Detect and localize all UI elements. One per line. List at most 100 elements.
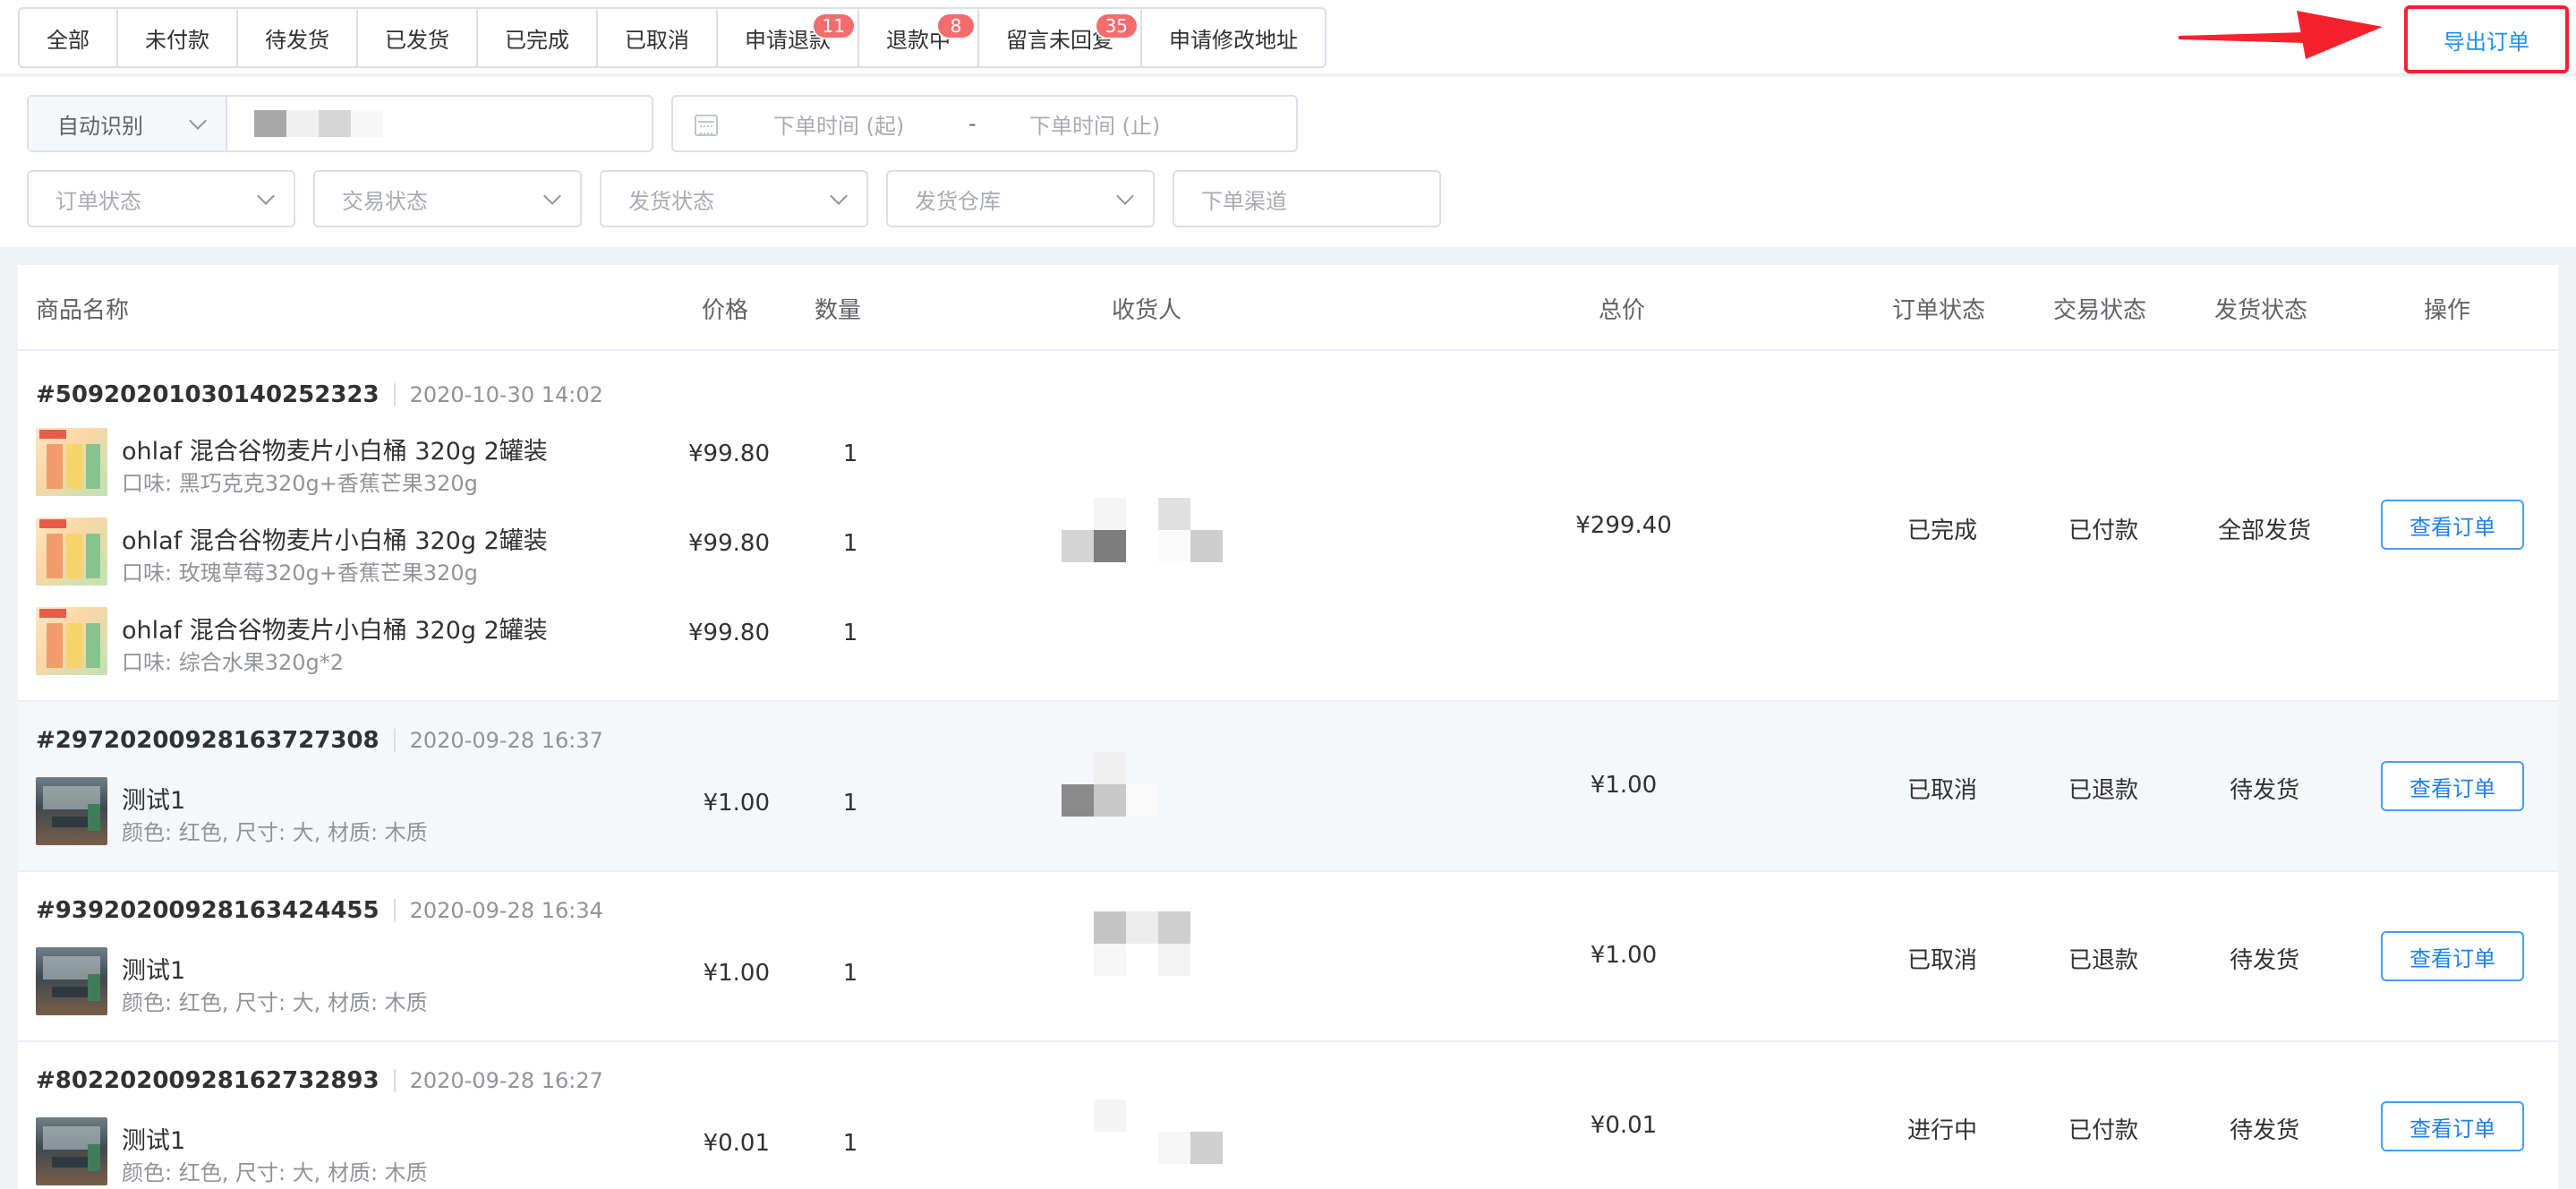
- product-spec: 颜色: 红色, 尺寸: 大, 材质: 木质: [122, 820, 428, 845]
- ship-status: 待发货: [2229, 947, 2299, 974]
- product-name: 测试1: [122, 957, 186, 985]
- receiver-redacted: [1062, 748, 1223, 820]
- order-status-select[interactable]: 订单状态: [27, 170, 295, 227]
- column-header: 订单状态: [1892, 297, 1986, 324]
- trade-status: 已退款: [2068, 947, 2138, 974]
- order-total: ¥1.00: [1590, 772, 1658, 799]
- view-order-button[interactable]: 查看订单: [2381, 761, 2524, 811]
- tab-completed[interactable]: 已完成: [478, 9, 598, 66]
- order-number: #80220200928162732893: [36, 1067, 380, 1094]
- item-price: ¥1.00: [703, 790, 770, 817]
- tab-label: 申请修改地址: [1169, 27, 1298, 53]
- count-badge: 11: [811, 13, 856, 39]
- order-time: 2020-09-28 16:27: [409, 1068, 603, 1093]
- order-total: ¥299.40: [1575, 512, 1672, 539]
- tab-refund-request[interactable]: 申请退款 11: [718, 9, 859, 66]
- column-header: 商品名称: [36, 297, 130, 324]
- trade-status: 已付款: [2068, 518, 2138, 544]
- item-qty: 1: [842, 620, 858, 646]
- top-bar: 全部 未付款 待发货 已发货 已完成 已取消 申请退款 11 退款中 8 留言未回复…: [0, 0, 2576, 75]
- search-input[interactable]: [227, 97, 652, 150]
- tab-unpaid[interactable]: 未付款: [118, 9, 238, 66]
- order-status: 已完成: [1906, 518, 1977, 544]
- chevron-down-icon: [543, 187, 561, 205]
- order-header: #29720200928163727308 2020-09-28 16:37: [36, 727, 603, 754]
- order-number: #50920201030140252323: [36, 381, 380, 408]
- orders-table: 商品名称 价格 数量 收货人 总价 订单状态 交易状态 发货状态 操作 #509…: [18, 265, 2558, 1189]
- tab-label: 已发货: [385, 27, 449, 53]
- order-date-range[interactable]: 下单时间 (起) - 下单时间 (止): [671, 95, 1298, 152]
- ship-status: 全部发货: [2217, 518, 2311, 544]
- redacted-text: [254, 110, 286, 137]
- item-qty: 1: [842, 441, 858, 467]
- ship-status-select[interactable]: 发货状态: [600, 170, 868, 227]
- product-name: ohlaf 混合谷物麦片小白桶 320g 2罐装: [122, 438, 548, 466]
- item-qty: 1: [842, 790, 858, 817]
- search-type-select[interactable]: 自动识别: [29, 97, 227, 150]
- receiver-redacted: [1062, 908, 1223, 979]
- tab-unreplied-message[interactable]: 留言未回复 35: [979, 9, 1142, 66]
- tab-label: 未付款: [145, 27, 209, 53]
- order-total: ¥1.00: [1590, 942, 1658, 969]
- column-header: 价格: [702, 297, 749, 324]
- select-placeholder: 发货仓库: [915, 188, 1001, 214]
- item-price: ¥0.01: [703, 1130, 770, 1157]
- redacted-text: [319, 110, 351, 137]
- view-order-button[interactable]: 查看订单: [2381, 931, 2524, 981]
- trade-status-select[interactable]: 交易状态: [313, 170, 582, 227]
- tab-shipped[interactable]: 已发货: [358, 9, 478, 66]
- chevron-down-icon: [1116, 187, 1134, 205]
- filter-panel: 自动识别 下单时间 (起) - 下单时间 (止) 订单状态 交易状态 发货状态 …: [0, 77, 2576, 247]
- order-number: #93920200928163424455: [36, 897, 380, 924]
- product-thumbnail[interactable]: [36, 428, 107, 496]
- divider: [393, 729, 396, 752]
- item-qty: 1: [842, 530, 858, 557]
- export-highlight-frame: 导出订单: [2404, 5, 2569, 73]
- date-range-separator: -: [968, 111, 977, 136]
- view-order-button[interactable]: 查看订单: [2381, 1101, 2524, 1151]
- product-spec: 颜色: 红色, 尺寸: 大, 材质: 木质: [122, 1160, 428, 1185]
- product-thumbnail[interactable]: [36, 1117, 107, 1185]
- tab-all[interactable]: 全部: [20, 9, 118, 66]
- item-price: ¥99.80: [688, 530, 770, 557]
- order-time: 2020-09-28 16:34: [409, 898, 603, 923]
- ship-status: 待发货: [2229, 1117, 2299, 1144]
- warehouse-select[interactable]: 发货仓库: [886, 170, 1155, 227]
- order-row: #29720200928163727308 2020-09-28 16:37 测…: [18, 702, 2558, 872]
- product-thumbnail[interactable]: [36, 607, 107, 675]
- column-header: 数量: [815, 297, 862, 324]
- redacted-text: [286, 110, 319, 137]
- column-header: 发货状态: [2214, 297, 2308, 324]
- order-time: 2020-09-28 16:37: [409, 728, 603, 753]
- product-thumbnail[interactable]: [36, 777, 107, 845]
- tab-refunding[interactable]: 退款中 8: [859, 9, 979, 66]
- select-placeholder: 发货状态: [628, 188, 714, 214]
- receiver-redacted: [1062, 494, 1223, 566]
- product-name: 测试1: [122, 1127, 186, 1155]
- tab-cancelled[interactable]: 已取消: [598, 9, 718, 66]
- divider: [393, 383, 396, 406]
- product-thumbnail[interactable]: [36, 518, 107, 586]
- table-header: 商品名称 价格 数量 收货人 总价 订单状态 交易状态 发货状态 操作: [18, 265, 2558, 351]
- order-header: #93920200928163424455 2020-09-28 16:34: [36, 897, 603, 924]
- date-end-input[interactable]: 下单时间 (止): [1029, 108, 1160, 140]
- tab-label: 待发货: [265, 27, 329, 53]
- date-start-input[interactable]: 下单时间 (起): [773, 108, 904, 140]
- order-time: 2020-10-30 14:02: [409, 382, 603, 407]
- product-thumbnail[interactable]: [36, 947, 107, 1015]
- chevron-down-icon: [189, 112, 207, 130]
- order-header: #80220200928162732893 2020-09-28 16:27: [36, 1067, 603, 1094]
- product-name: 测试1: [122, 787, 186, 815]
- red-arrow-annotation: [2179, 11, 2383, 59]
- tab-address-change[interactable]: 申请修改地址: [1142, 9, 1325, 66]
- tab-to-ship[interactable]: 待发货: [238, 9, 358, 66]
- product-spec: 口味: 黑巧克克320g+香蕉芒果320g: [122, 471, 478, 496]
- trade-status: 已退款: [2068, 777, 2138, 804]
- channel-input[interactable]: 下单渠道: [1173, 170, 1441, 227]
- column-header: 收货人: [1112, 297, 1182, 324]
- export-orders-button[interactable]: 导出订单: [2444, 24, 2529, 56]
- product-spec: 口味: 综合水果320g*2: [122, 650, 345, 675]
- view-order-button[interactable]: 查看订单: [2381, 500, 2524, 550]
- input-placeholder: 下单渠道: [1201, 188, 1287, 214]
- order-row: #93920200928163424455 2020-09-28 16:34 测…: [18, 872, 2558, 1042]
